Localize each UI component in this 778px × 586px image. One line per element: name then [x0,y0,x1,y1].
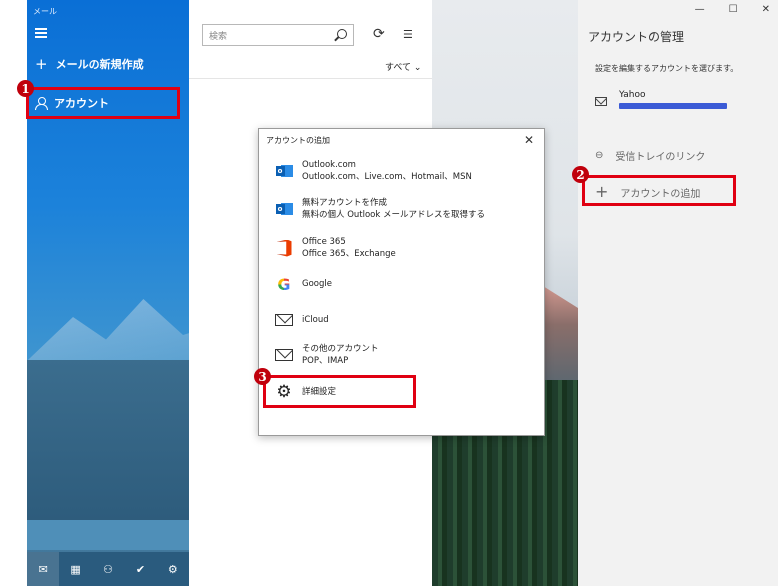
option-desc: POP、IMAP [302,356,349,366]
background-trees [27,360,189,540]
manage-title: アカウントの管理 [588,30,685,44]
redacted-email-bar [619,103,727,109]
filter-dropdown[interactable]: すべて ⌄ [385,60,421,73]
todo-icon[interactable]: ✔ [124,552,156,586]
option-desc: Office 365、Exchange [302,249,396,259]
highlight-account [26,87,180,119]
option-desc: 無料の個人 Outlook メールアドレスを取得する [302,210,486,220]
option-google[interactable]: G Google [275,274,332,294]
badge-3: 3 [254,368,271,385]
background-lake [27,520,189,550]
option-name: Office 365 [302,237,346,247]
people-icon[interactable]: ⚇ [92,552,124,586]
option-desc: Outlook.com、Live.com、Hotmail、MSN [302,172,472,182]
link-icon: ⊖ [595,150,604,161]
new-mail-label: メールの新規作成 [55,58,144,71]
account-name: Yahoo [619,90,646,100]
google-icon: G [277,274,291,294]
maximize-icon[interactable]: ☐ [729,4,738,15]
mail-icon [275,349,293,361]
option-office365[interactable]: Office 365 Office 365、Exchange [275,236,396,260]
highlight-add-account [582,175,736,206]
calendar-icon[interactable]: ▦ [59,552,91,586]
nav-bottom-bar: ✉ ▦ ⚇ ✔ ⚙ [27,552,189,586]
badge-2: 2 [572,166,589,183]
highlight-advanced-settings [263,375,416,408]
link-inbox-button[interactable]: ⊖ 受信トレイのリンク [595,148,705,163]
filter-label: すべて [385,63,412,73]
option-other-account[interactable]: その他のアカウント POP、IMAP [275,343,379,367]
new-mail-button[interactable]: + メールの新規作成 [35,56,144,72]
option-create-free-account[interactable]: o 無料アカウントを作成無料の個人 Outlook メールアドレスを取得する [275,197,485,221]
minimize-icon[interactable]: — [695,4,705,15]
option-outlook[interactable]: o Outlook.com Outlook.com、Live.com、Hotmai… [275,159,472,183]
search-input[interactable]: 検索 [202,24,354,46]
mail-icon [275,314,293,326]
window-controls: — ☐ ✕ [695,4,770,15]
manage-accounts-pane: — ☐ ✕ アカウントの管理 設定を編集するアカウントを選びます。 Yahoo … [578,0,778,586]
selection-mode-icon[interactable]: ☰ [403,28,413,41]
dialog-title: アカウントの追加 [266,136,330,145]
close-icon[interactable]: ✕ [524,133,534,147]
manage-subtitle: 設定を編集するアカウントを選びます。 [595,64,739,73]
search-icon[interactable] [337,29,347,39]
option-icloud[interactable]: iCloud [275,311,329,329]
divider [189,78,432,79]
sync-icon[interactable]: ⟳ [373,26,385,42]
mail-icon [595,97,607,106]
option-name: 無料アカウントを作成 [302,198,388,208]
mail-icon[interactable]: ✉ [27,552,60,586]
option-name: Outlook.com [302,160,356,170]
hamburger-menu-icon[interactable] [35,28,47,40]
option-name: Google [302,279,332,289]
settings-icon[interactable]: ⚙ [157,552,189,586]
search-placeholder: 検索 [209,31,228,42]
outlook-icon: o [275,164,293,178]
option-name: その他のアカウント [302,344,379,354]
chevron-down-icon: ⌄ [413,63,422,73]
office-icon [276,239,292,257]
option-name: iCloud [302,315,329,325]
close-icon[interactable]: ✕ [762,4,770,15]
link-inbox-label: 受信トレイのリンク [615,152,706,163]
outlook-icon: o [275,202,293,216]
badge-1: 1 [17,80,34,97]
account-item-yahoo[interactable]: Yahoo [595,90,727,109]
plus-icon: + [35,54,48,73]
app-title: メール [33,7,57,16]
